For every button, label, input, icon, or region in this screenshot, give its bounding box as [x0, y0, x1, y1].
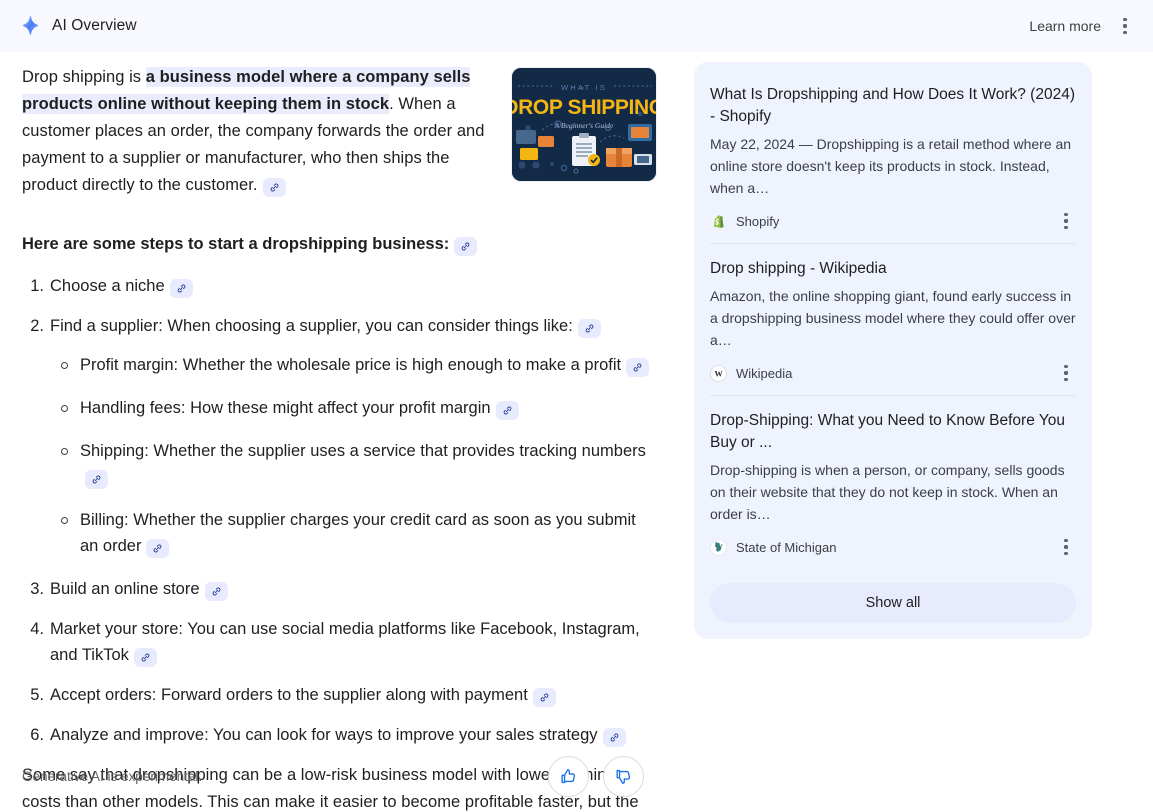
list-item: Choose a niche — [22, 273, 656, 299]
list-item: Accept orders: Forward orders to the sup… — [22, 682, 656, 708]
list-item: Build an online store — [22, 576, 656, 602]
sparkle-icon — [20, 15, 42, 37]
more-options-icon[interactable] — [1115, 14, 1135, 38]
step-text: Find a supplier: When choosing a supplie… — [50, 317, 573, 335]
source-footer: W Wikipedia — [710, 361, 1076, 385]
thumbs-up-icon — [559, 767, 578, 786]
learn-more-link[interactable]: Learn more — [1029, 18, 1101, 34]
show-all-button[interactable]: Show all — [710, 583, 1076, 623]
source-link-chip[interactable] — [262, 178, 286, 197]
list-item: Shipping: Whether the supplier uses a se… — [61, 438, 656, 490]
ai-overview-body: WHAT IS DROP SHIPPING A Beginner's Guide — [0, 52, 1153, 812]
svg-text:W: W — [714, 369, 722, 378]
source-link-chip[interactable] — [204, 582, 228, 601]
more-options-icon[interactable] — [1056, 209, 1076, 233]
source-title: Drop-Shipping: What you Need to Know Bef… — [710, 412, 1066, 451]
ai-overview-header: AI Overview Learn more — [0, 0, 1153, 52]
source-footer: State of Michigan — [710, 535, 1076, 559]
wikipedia-icon: W — [710, 364, 727, 382]
source-card[interactable]: Drop-Shipping: What you Need to Know Bef… — [710, 396, 1076, 569]
steps-lead-text: Here are some steps to start a dropshipp… — [22, 235, 450, 253]
header-left-group: AI Overview — [20, 15, 137, 37]
svg-text:DROP SHIPPING: DROP SHIPPING — [512, 96, 656, 119]
source-link-chip[interactable] — [532, 688, 556, 707]
source-site-name: Shopify — [736, 213, 780, 229]
list-item: Billing: Whether the supplier charges yo… — [61, 507, 656, 559]
sub-step-text: Profit margin: Whether the wholesale pri… — [80, 356, 622, 374]
answer-column: WHAT IS DROP SHIPPING A Beginner's Guide — [0, 52, 676, 812]
step-text: Choose a niche — [50, 277, 165, 295]
list-item: Profit margin: Whether the wholesale pri… — [61, 352, 656, 378]
ai-overview-panel: AI Overview Learn more WHAT IS ROP SHIPP… — [0, 0, 1153, 812]
michigan-icon — [710, 538, 727, 556]
sub-step-text: Handling fees: How these might affect yo… — [80, 399, 491, 417]
thumbs-down-button[interactable] — [603, 755, 644, 797]
source-link-chip[interactable] — [495, 401, 519, 420]
list-item: Handling fees: How these might affect yo… — [61, 395, 656, 421]
disclaimer-text: Generative AI is experimental. — [22, 768, 203, 784]
shopify-icon — [710, 213, 727, 230]
page-title: AI Overview — [52, 17, 137, 34]
header-right-group: Learn more — [1029, 14, 1135, 38]
svg-text:WHAT IS: WHAT IS — [561, 83, 607, 92]
source-link-chip[interactable] — [146, 539, 170, 558]
source-link-chip[interactable] — [626, 358, 650, 377]
source-title: Drop shipping - Wikipedia — [710, 260, 887, 277]
more-options-icon[interactable] — [1056, 361, 1076, 385]
source-card[interactable]: What Is Dropshipping and How Does It Wor… — [710, 70, 1076, 244]
step-text: Accept orders: Forward orders to the sup… — [50, 686, 528, 704]
source-site-name: Wikipedia — [736, 365, 793, 381]
source-snippet: Drop-shipping is when a person, or compa… — [710, 462, 1065, 522]
source-site-name: State of Michigan — [736, 539, 837, 555]
intro-prefix: Drop shipping is — [22, 68, 146, 86]
source-title: What Is Dropshipping and How Does It Wor… — [710, 86, 1075, 125]
list-item: Find a supplier: When choosing a supplie… — [22, 313, 656, 559]
more-options-icon[interactable] — [1056, 535, 1076, 559]
list-item: Market your store: You can use social me… — [22, 616, 656, 668]
sub-step-text: Shipping: Whether the supplier uses a se… — [80, 442, 646, 460]
ai-overview-footer: Generative AI is experimental. — [0, 740, 1153, 812]
source-snippet: May 22, 2024 — Dropshipping is a retail … — [710, 136, 1072, 196]
svg-text:A Beginner's Guide: A Beginner's Guide — [554, 121, 614, 130]
source-link-chip[interactable] — [169, 279, 193, 298]
sources-column: What Is Dropshipping and How Does It Wor… — [676, 52, 1122, 639]
source-link-chip[interactable] — [85, 470, 108, 489]
source-link-chip[interactable] — [133, 648, 157, 667]
steps-list: Choose a niche Find a supplier: When cho… — [22, 273, 656, 748]
source-footer: Shopify — [710, 209, 1076, 233]
step-text: Build an online store — [50, 580, 200, 598]
source-link-chip[interactable] — [577, 319, 601, 338]
intro-block: WHAT IS DROP SHIPPING A Beginner's Guide — [22, 64, 656, 199]
steps-lead: Here are some steps to start a dropshipp… — [22, 231, 656, 257]
thumbs-down-icon — [614, 767, 633, 786]
sources-panel: What Is Dropshipping and How Does It Wor… — [694, 62, 1092, 639]
source-link-chip[interactable] — [454, 237, 478, 256]
thumbs-up-button[interactable] — [548, 755, 589, 797]
sub-list: Profit margin: Whether the wholesale pri… — [50, 352, 656, 559]
source-card[interactable]: Drop shipping - Wikipedia Amazon, the on… — [710, 244, 1076, 396]
source-snippet: Amazon, the online shopping giant, found… — [710, 288, 1076, 348]
drop-shipping-thumbnail[interactable]: WHAT IS DROP SHIPPING A Beginner's Guide — [512, 68, 656, 181]
feedback-buttons — [548, 755, 644, 797]
